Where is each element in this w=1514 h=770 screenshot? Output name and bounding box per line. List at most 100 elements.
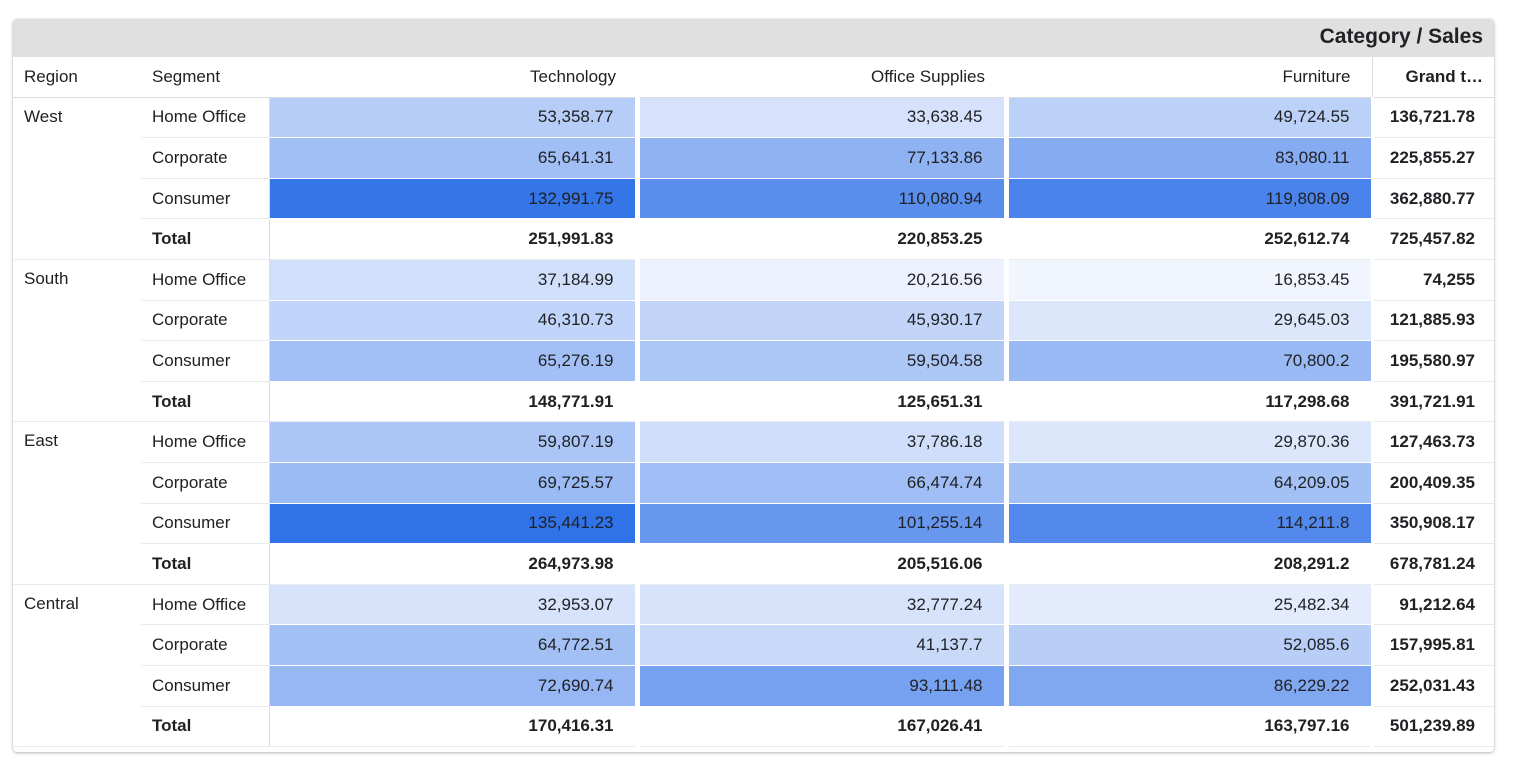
sales-cell-office-supplies: 220,853.25	[634, 218, 1006, 260]
sales-cell-furniture: 64,209.05	[1003, 462, 1374, 504]
table-row: Corporate 46,310.73 45,930.17 29,645.03 121,…	[13, 300, 1494, 342]
sales-cell-office-supplies: 125,651.31	[634, 381, 1006, 423]
sales-cell-office-supplies: 33,638.45	[634, 97, 1006, 139]
sales-cell-technology: 135,441.23	[268, 503, 637, 545]
sales-cell-technology: 264,973.98	[268, 543, 637, 585]
sales-cell-furniture: 208,291.2	[1003, 543, 1374, 585]
table-row: Consumer 132,991.75 110,080.94 119,808.09 36…	[13, 178, 1494, 220]
region-cell: Central	[13, 584, 141, 748]
segment-cell: Consumer	[141, 340, 269, 382]
grand-total-cell: 74,255	[1371, 259, 1494, 301]
column-header-office-supplies[interactable]: Office Supplies	[637, 57, 1006, 98]
subtotal-label: Total	[141, 543, 269, 585]
sales-cell-furniture: 117,298.68	[1003, 381, 1374, 423]
segment-cell: Consumer	[141, 178, 269, 220]
sales-cell-office-supplies: 59,504.58	[634, 340, 1006, 382]
pivot-header: Category / Sales	[13, 19, 1494, 57]
total-row: Total 170,416.31 167,026.41 163,797.16 501,2…	[13, 706, 1494, 748]
sales-cell-technology: 170,416.31	[268, 706, 637, 748]
sales-cell-office-supplies: 66,474.74	[634, 462, 1006, 504]
segment-cell: Consumer	[141, 503, 269, 545]
sales-cell-furniture: 16,853.45	[1003, 259, 1374, 301]
sales-cell-technology: 251,991.83	[268, 218, 637, 260]
column-header-grand-total[interactable]: Grand t…	[1371, 57, 1494, 98]
grand-total-cell: 725,457.82	[1371, 218, 1494, 260]
grand-total-cell: 350,908.17	[1371, 503, 1494, 545]
segment-cell: Consumer	[141, 665, 269, 707]
grand-total-cell: 136,721.78	[1371, 97, 1494, 139]
grand-total-cell: 121,885.93	[1371, 300, 1494, 342]
sales-cell-furniture: 49,724.55	[1003, 97, 1374, 139]
region-cell: West	[13, 97, 141, 260]
sales-cell-furniture: 25,482.34	[1003, 584, 1374, 626]
sales-cell-furniture: 163,797.16	[1003, 706, 1374, 748]
column-header-technology[interactable]: Technology	[269, 57, 637, 98]
sales-cell-office-supplies: 110,080.94	[634, 178, 1006, 220]
table-row: Central Home Office 32,953.07 32,777.24 25,4…	[13, 584, 1494, 748]
segment-cell: Home Office	[141, 97, 269, 139]
grand-total-cell: 391,721.91	[1371, 381, 1494, 423]
pivot-body: West Home Office 53,358.77 33,638.45 49,724.…	[13, 97, 1494, 748]
column-header-furniture[interactable]: Furniture	[1006, 57, 1372, 98]
sales-cell-technology: 32,953.07	[268, 584, 637, 626]
table-row: South Home Office 37,184.99 20,216.56 16,853…	[13, 259, 1494, 423]
sales-cell-office-supplies: 41,137.7	[634, 624, 1006, 666]
table-row: Consumer 72,690.74 93,111.48 86,229.22 252,0…	[13, 665, 1494, 707]
sales-cell-furniture: 252,612.74	[1003, 218, 1374, 260]
sales-cell-technology: 65,276.19	[268, 340, 637, 382]
sales-cell-technology: 65,641.31	[268, 137, 637, 179]
segment-cell: Home Office	[141, 421, 269, 463]
subtotal-label: Total	[141, 381, 269, 423]
segment-cell: Corporate	[141, 624, 269, 666]
region-cell: South	[13, 259, 141, 423]
table-row: West Home Office 53,358.77 33,638.45 49,724.…	[13, 97, 1494, 260]
table-row: Corporate 69,725.57 66,474.74 64,209.05 200,…	[13, 462, 1494, 504]
sales-cell-technology: 132,991.75	[268, 178, 637, 220]
grand-total-cell: 200,409.35	[1371, 462, 1494, 504]
total-row: Total 251,991.83 220,853.25 252,612.74 725,4…	[13, 218, 1494, 260]
sales-cell-furniture: 86,229.22	[1003, 665, 1374, 707]
sales-cell-office-supplies: 167,026.41	[634, 706, 1006, 748]
subtotal-label: Total	[141, 218, 269, 260]
segment-cell: Home Office	[141, 584, 269, 626]
sales-cell-technology: 53,358.77	[268, 97, 637, 139]
grand-total-cell: 362,880.77	[1371, 178, 1494, 220]
column-header-segment[interactable]: Segment	[141, 57, 269, 98]
table-row: Consumer 135,441.23 101,255.14 114,211.8 350…	[13, 503, 1494, 545]
segment-cell: Corporate	[141, 137, 269, 179]
subtotal-label: Total	[141, 706, 269, 748]
total-row: Total 148,771.91 125,651.31 117,298.68 391,7…	[13, 381, 1494, 423]
sales-cell-technology: 148,771.91	[268, 381, 637, 423]
grand-total-cell: 225,855.27	[1371, 137, 1494, 179]
sales-cell-furniture: 70,800.2	[1003, 340, 1374, 382]
grand-total-cell: 501,239.89	[1371, 706, 1494, 748]
sales-cell-technology: 37,184.99	[268, 259, 637, 301]
sales-cell-furniture: 114,211.8	[1003, 503, 1374, 545]
pivot-table-card: Category / Sales Region Segment Technolo…	[13, 19, 1494, 752]
pivot-table: Region Segment Technology Office Supplie…	[13, 57, 1494, 748]
sales-cell-technology: 72,690.74	[268, 665, 637, 707]
grand-total-cell: 195,580.97	[1371, 340, 1494, 382]
region-cell: East	[13, 421, 141, 585]
sales-cell-office-supplies: 20,216.56	[634, 259, 1006, 301]
grand-total-cell: 157,995.81	[1371, 624, 1494, 666]
sales-cell-office-supplies: 93,111.48	[634, 665, 1006, 707]
sales-cell-technology: 64,772.51	[268, 624, 637, 666]
total-row: Total 264,973.98 205,516.06 208,291.2 678,78…	[13, 543, 1494, 585]
segment-cell: Home Office	[141, 259, 269, 301]
table-row: East Home Office 59,807.19 37,786.18 29,870.…	[13, 421, 1494, 585]
sales-cell-furniture: 83,080.11	[1003, 137, 1374, 179]
sales-cell-office-supplies: 205,516.06	[634, 543, 1006, 585]
segment-cell: Corporate	[141, 300, 269, 342]
segment-cell: Corporate	[141, 462, 269, 504]
grand-total-cell: 252,031.43	[1371, 665, 1494, 707]
table-row: Consumer 65,276.19 59,504.58 70,800.2 195,58…	[13, 340, 1494, 382]
sales-cell-technology: 46,310.73	[268, 300, 637, 342]
sales-cell-furniture: 29,645.03	[1003, 300, 1374, 342]
sales-cell-office-supplies: 77,133.86	[634, 137, 1006, 179]
grand-total-cell: 127,463.73	[1371, 421, 1494, 463]
table-row: Corporate 65,641.31 77,133.86 83,080.11 225,…	[13, 137, 1494, 179]
column-header-region[interactable]: Region	[13, 57, 141, 98]
column-header-row: Region Segment Technology Office Supplie…	[13, 57, 1494, 98]
sales-cell-technology: 69,725.57	[268, 462, 637, 504]
